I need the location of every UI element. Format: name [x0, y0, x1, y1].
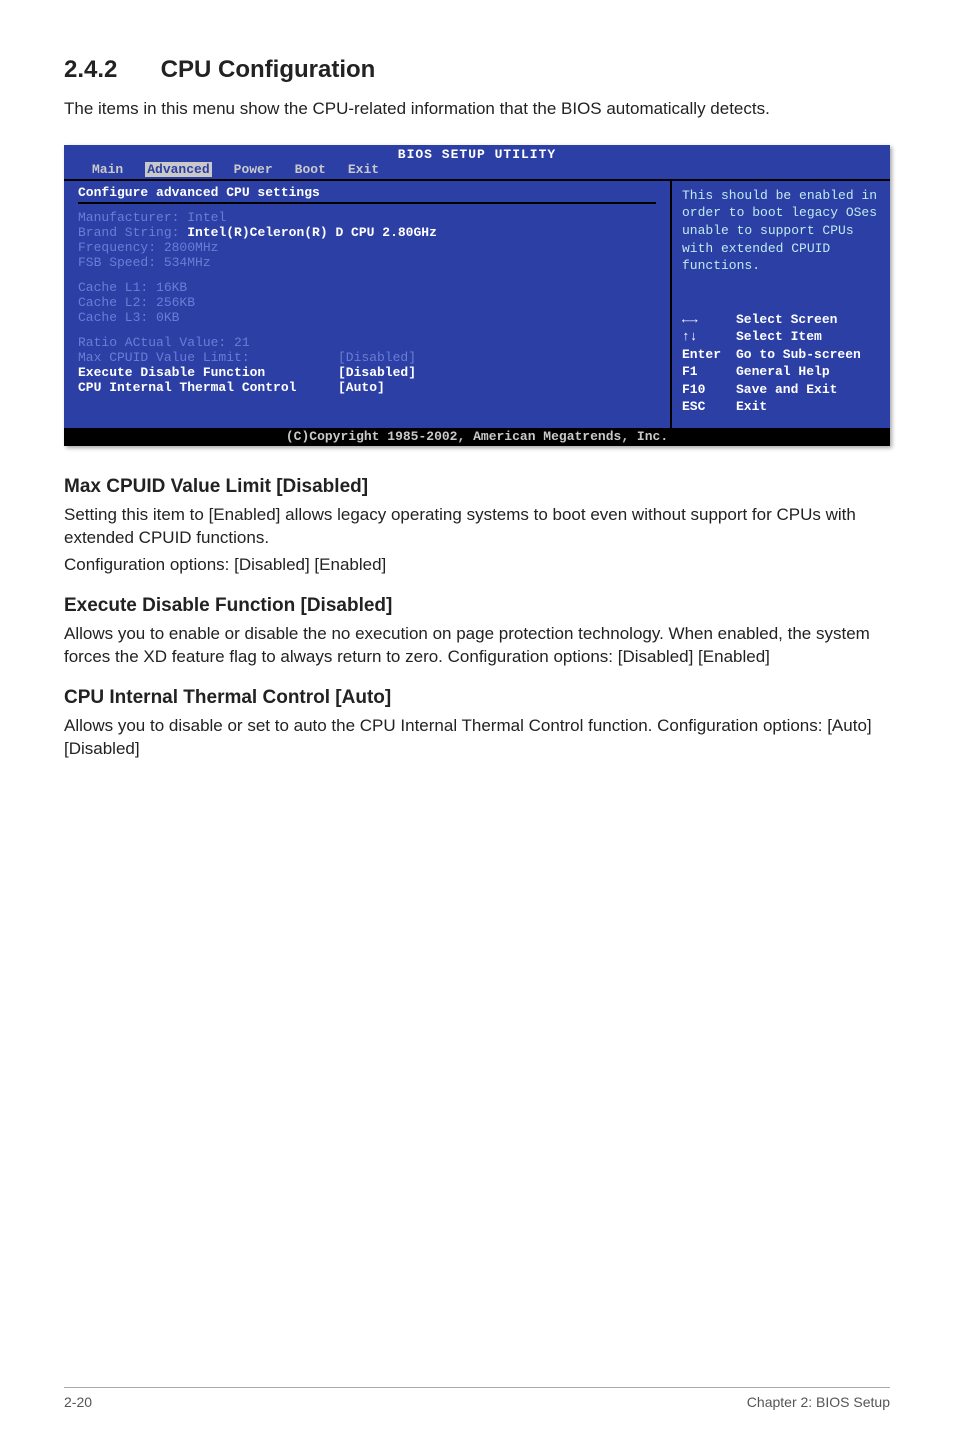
- bios-key-lr: ←→Select Screen: [682, 311, 880, 329]
- bios-right-pane: This should be enabled in order to boot …: [672, 179, 890, 428]
- section-title: 2.4.2 CPU Configuration: [64, 56, 890, 84]
- bios-brand-label: Brand String:: [78, 225, 179, 240]
- bios-footer: (C)Copyright 1985-2002, American Megatre…: [64, 428, 890, 446]
- page-number: 2-20: [64, 1394, 92, 1410]
- chapter-label: Chapter 2: BIOS Setup: [747, 1394, 890, 1410]
- sub3-body1: Allows you to disable or set to auto the…: [64, 715, 890, 761]
- bios-row-thermal-val: [Auto]: [338, 380, 385, 395]
- bios-row-execdisable[interactable]: Execute Disable Function [Disabled]: [78, 365, 656, 380]
- bios-row-execdisable-key: Execute Disable Function: [78, 365, 338, 380]
- bios-header: BIOS SETUP UTILITY: [64, 145, 890, 162]
- bios-tab-power[interactable]: Power: [234, 162, 273, 177]
- bios-row-cpuid-val: [Disabled]: [338, 350, 416, 365]
- sub2-title: Execute Disable Function [Disabled]: [64, 595, 890, 617]
- bios-ratio: Ratio ACtual Value: 21: [78, 335, 656, 350]
- bios-cache-l3: Cache L3: 0KB: [78, 310, 656, 325]
- bios-tab-main[interactable]: Main: [92, 162, 123, 177]
- bios-key-f10: F10Save and Exit: [682, 381, 880, 399]
- bios-key-ud: ↑↓Select Item: [682, 328, 880, 346]
- sub2-body1: Allows you to enable or disable the no e…: [64, 623, 890, 669]
- bios-left-heading: Configure advanced CPU settings: [78, 185, 656, 204]
- bios-cache-l2: Cache L2: 256KB: [78, 295, 656, 310]
- bios-fsb: FSB Speed: 534MHz: [78, 255, 656, 270]
- sub3-title: CPU Internal Thermal Control [Auto]: [64, 687, 890, 709]
- section-name: CPU Configuration: [161, 56, 376, 83]
- bios-row-cpuid[interactable]: Max CPUID Value Limit: [Disabled]: [78, 350, 656, 365]
- sub1-title: Max CPUID Value Limit [Disabled]: [64, 476, 890, 498]
- sub1-body1: Setting this item to [Enabled] allows le…: [64, 504, 890, 550]
- bios-screenshot: BIOS SETUP UTILITY Main Advanced Power B…: [64, 145, 890, 446]
- bios-tab-boot[interactable]: Boot: [295, 162, 326, 177]
- bios-row-thermal[interactable]: CPU Internal Thermal Control [Auto]: [78, 380, 656, 395]
- bios-key-f1: F1General Help: [682, 363, 880, 381]
- bios-brand: Brand String: Intel(R)Celeron(R) D CPU 2…: [78, 225, 656, 240]
- bios-tab-advanced[interactable]: Advanced: [145, 162, 211, 177]
- bios-row-thermal-key: CPU Internal Thermal Control: [78, 380, 338, 395]
- sub1-body2: Configuration options: [Disabled] [Enabl…: [64, 554, 890, 577]
- bios-key-enter: EnterGo to Sub-screen: [682, 346, 880, 364]
- bios-manufacturer: Manufacturer: Intel: [78, 210, 656, 225]
- section-number: 2.4.2: [64, 56, 154, 84]
- bios-tabs: Main Advanced Power Boot Exit: [64, 162, 890, 179]
- bios-brand-value: Intel(R)Celeron(R) D CPU 2.80GHz: [187, 225, 437, 240]
- bios-help-text: This should be enabled in order to boot …: [682, 187, 880, 275]
- section-intro: The items in this menu show the CPU-rela…: [64, 98, 890, 121]
- bios-row-execdisable-val: [Disabled]: [338, 365, 416, 380]
- page-footer: 2-20 Chapter 2: BIOS Setup: [64, 1387, 890, 1410]
- bios-tab-exit[interactable]: Exit: [348, 162, 379, 177]
- bios-key-esc: ESCExit: [682, 398, 880, 416]
- bios-frequency: Frequency: 2800MHz: [78, 240, 656, 255]
- bios-left-pane: Configure advanced CPU settings Manufact…: [64, 179, 672, 428]
- bios-help-keys: ←→Select Screen ↑↓Select Item EnterGo to…: [682, 311, 880, 416]
- bios-cache-l1: Cache L1: 16KB: [78, 280, 656, 295]
- bios-row-cpuid-key: Max CPUID Value Limit:: [78, 350, 338, 365]
